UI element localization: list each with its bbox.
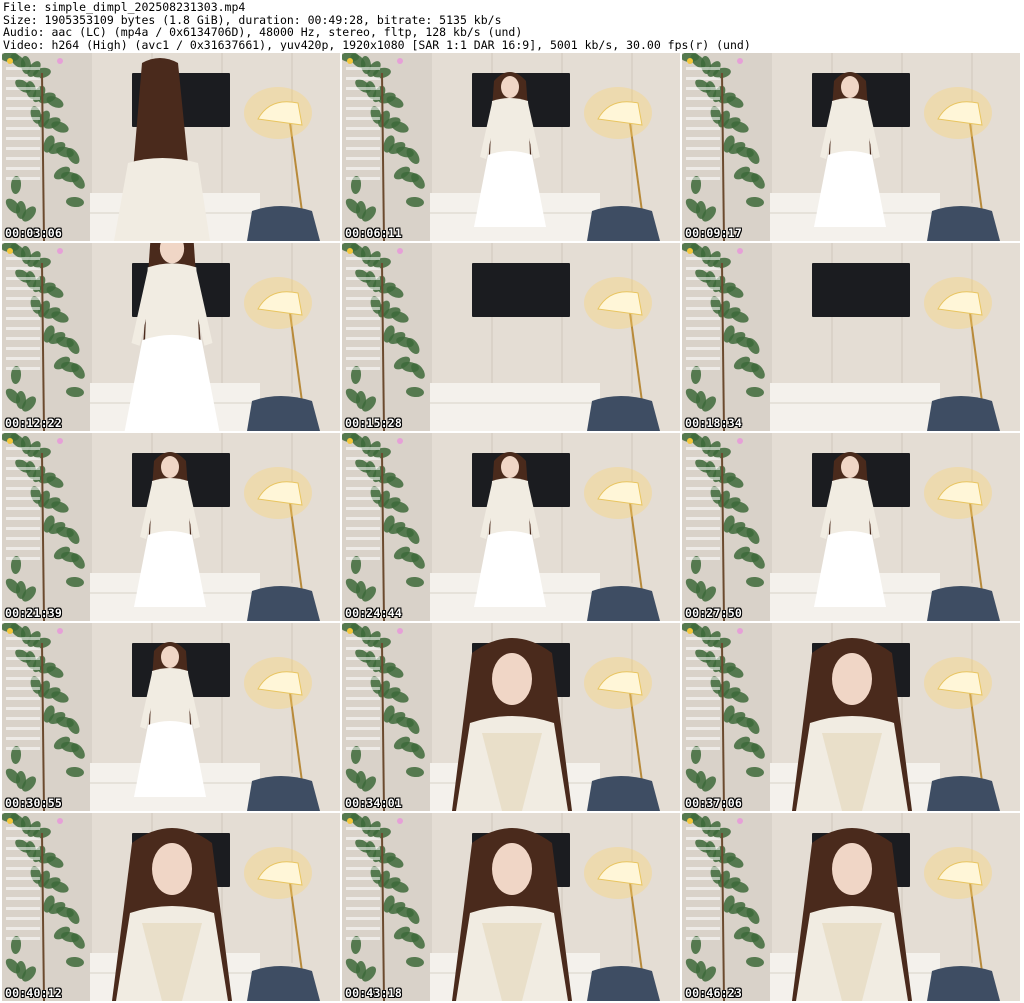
thumbnail-timestamp: 00:24:44 xyxy=(345,606,402,620)
video-thumbnail: 00:40:12 xyxy=(2,813,340,1001)
video-thumbnail: 00:34:01 xyxy=(342,623,680,811)
thumbnail-frame-image xyxy=(682,623,1020,811)
thumbnail-timestamp: 00:30:55 xyxy=(5,796,62,810)
video-thumbnail: 00:06:11 xyxy=(342,53,680,241)
video-thumbnail: 00:09:17 xyxy=(682,53,1020,241)
thumbnail-timestamp: 00:34:01 xyxy=(345,796,402,810)
thumbnail-frame-image xyxy=(682,243,1020,431)
thumbnail-timestamp: 00:43:18 xyxy=(345,986,402,1000)
video-info-line: Video: h264 (High) (avc1 / 0x31637661), … xyxy=(3,37,751,52)
video-thumbnail: 00:03:06 xyxy=(2,53,340,241)
thumbnail-timestamp: 00:37:06 xyxy=(685,796,742,810)
thumbnail-timestamp: 00:15:28 xyxy=(345,416,402,430)
video-thumbnail: 00:24:44 xyxy=(342,433,680,621)
thumbnail-frame-image xyxy=(342,243,680,431)
thumbnail-frame-image xyxy=(682,53,1020,241)
thumbnail-timestamp: 00:21:39 xyxy=(5,606,62,620)
thumbnail-timestamp: 00:12:22 xyxy=(5,416,62,430)
video-thumbnail: 00:21:39 xyxy=(2,433,340,621)
thumbnail-timestamp: 00:40:12 xyxy=(5,986,62,1000)
audio-info-line: Audio: aac (LC) (mp4a / 0x6134706D), 480… xyxy=(3,25,523,40)
file-info-header: File: simple_dimpl_202508231303.mp4 Size… xyxy=(3,1,1021,51)
video-thumbnail: 00:43:18 xyxy=(342,813,680,1001)
thumbnail-frame-image xyxy=(682,813,1020,1001)
thumbnail-timestamp: 00:03:06 xyxy=(5,226,62,240)
thumbnail-frame-image xyxy=(342,623,680,811)
thumbnail-frame-image xyxy=(342,53,680,241)
thumbnail-frame-image xyxy=(2,813,340,1001)
video-thumbnail: 00:30:55 xyxy=(2,623,340,811)
thumbnail-frame-image xyxy=(342,813,680,1001)
file-name-line: File: simple_dimpl_202508231303.mp4 xyxy=(3,1,246,14)
thumbnail-grid: 00:03:06 00:06:11 00:09:17 00:12:22 00:15:28… xyxy=(2,53,1022,1003)
thumbnail-timestamp: 00:18:34 xyxy=(685,416,742,430)
video-thumbnail: 00:37:06 xyxy=(682,623,1020,811)
video-thumbnail: 00:18:34 xyxy=(682,243,1020,431)
video-thumbnail: 00:12:22 xyxy=(2,243,340,431)
thumbnail-frame-image xyxy=(2,53,340,241)
thumbnail-frame-image xyxy=(682,433,1020,621)
thumbnail-timestamp: 00:09:17 xyxy=(685,226,742,240)
thumbnail-frame-image xyxy=(2,243,340,431)
thumbnail-timestamp: 00:46:23 xyxy=(685,986,742,1000)
thumbnail-timestamp: 00:06:11 xyxy=(345,226,402,240)
video-thumbnail: 00:46:23 xyxy=(682,813,1020,1001)
thumbnail-frame-image xyxy=(342,433,680,621)
thumbnail-frame-image xyxy=(2,433,340,621)
video-thumbnail: 00:15:28 xyxy=(342,243,680,431)
video-thumbnail: 00:27:50 xyxy=(682,433,1020,621)
thumbnail-frame-image xyxy=(2,623,340,811)
thumbnail-timestamp: 00:27:50 xyxy=(685,606,742,620)
